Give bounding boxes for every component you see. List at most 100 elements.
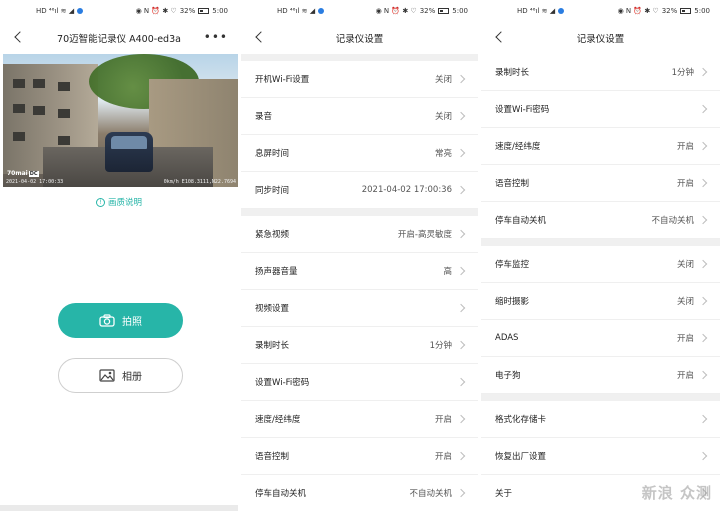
status-bar: HD ⁴⁶ıl ≋ ◢ ◉ N ⏰ ✱ ♡ 32% 5:00 xyxy=(241,0,478,22)
nav-bar: 记录仪设置 xyxy=(481,22,720,54)
setting-value-group: 1分钟 xyxy=(672,66,708,78)
chevron-right-icon xyxy=(698,370,708,380)
settings-row[interactable]: 缩时摄影 关闭 xyxy=(481,283,720,320)
settings-row[interactable]: 扬声器音量 高 xyxy=(241,253,478,290)
setting-label: 视频设置 xyxy=(255,304,290,314)
setting-value-group: 开启-高灵敏度 xyxy=(398,228,466,240)
settings-screen-bottom: HD ⁴⁶ıl ≋ ◢ ◉ N ⏰ ✱ ♡ 32% 5:00 记录仪设置 录制时长 1… xyxy=(481,0,720,511)
camera-preview[interactable]: 70mai DC 2021-04-02 17:00:33 0km/h E108.3… xyxy=(3,54,238,187)
signal-icons: HD ⁴⁶ıl ≋ ◢ xyxy=(517,7,556,15)
camera-osd: 2021-04-02 17:00:33 0km/h E108.3111,N22.… xyxy=(6,179,236,185)
setting-value: 关闭 xyxy=(434,75,452,85)
chevron-right-icon xyxy=(698,333,708,343)
settings-row[interactable]: 速度/经纬度 开启 xyxy=(241,401,478,438)
battery-percent: 32% xyxy=(419,7,436,15)
nav-bar: 70迈智能记录仪 A400-ed3a ••• xyxy=(0,22,238,54)
settings-row[interactable]: 格式化存储卡 xyxy=(481,401,720,438)
battery-icon xyxy=(198,8,210,14)
setting-value-group: 开启 xyxy=(677,140,708,152)
section-gap xyxy=(481,239,720,246)
setting-label: 开机Wi-Fi设置 xyxy=(255,75,310,85)
settings-row[interactable]: 语音控制 开启 xyxy=(241,438,478,475)
more-options-icon[interactable]: ••• xyxy=(204,30,228,44)
system-icons: ◉ N ⏰ ✱ ♡ xyxy=(135,7,177,15)
take-photo-button[interactable]: 拍照 xyxy=(58,303,183,338)
chevron-right-icon xyxy=(456,111,466,121)
setting-value-group xyxy=(452,303,466,313)
settings-screen-top: HD ⁴⁶ıl ≋ ◢ ◉ N ⏰ ✱ ♡ 32% 5:00 记录仪设置 开机Wi-… xyxy=(241,0,478,511)
setting-label: ADAS xyxy=(495,333,519,343)
back-arrow-icon[interactable] xyxy=(493,29,507,45)
settings-row[interactable]: 息屏时间 常亮 xyxy=(241,135,478,172)
settings-list: 开机Wi-Fi设置 关闭 录音 关闭 息屏时间 常亮 同步时间 2021-04-02 17:0… xyxy=(241,61,478,511)
chevron-right-icon xyxy=(456,74,466,84)
app-notification-icon xyxy=(77,8,84,14)
clock: 5:00 xyxy=(212,7,228,15)
settings-row[interactable]: 录制时长 1分钟 xyxy=(481,54,720,91)
setting-value: 关闭 xyxy=(434,112,452,122)
setting-value: 高 xyxy=(443,267,452,277)
section-gap xyxy=(241,54,478,61)
system-icons: ◉ N ⏰ ✱ ♡ xyxy=(375,7,417,15)
setting-value-group: 开启 xyxy=(677,369,708,381)
quality-info-link[interactable]: ! 画质说明 xyxy=(0,196,238,208)
settings-row[interactable]: 恢复出厂设置 xyxy=(481,438,720,475)
setting-value-group: 不自动关机 xyxy=(409,487,466,499)
setting-label: 设置Wi-Fi密码 xyxy=(495,105,550,115)
chevron-right-icon xyxy=(456,303,466,313)
chevron-right-icon xyxy=(698,104,708,114)
section-gap xyxy=(481,394,720,401)
chevron-right-icon xyxy=(456,340,466,350)
setting-value: 不自动关机 xyxy=(409,489,452,499)
setting-label: 扬声器音量 xyxy=(255,267,298,277)
settings-row[interactable]: 录音 关闭 xyxy=(241,98,478,135)
setting-label: 紧急视频 xyxy=(255,230,290,240)
setting-label: 录音 xyxy=(255,112,273,122)
setting-value-group xyxy=(452,377,466,387)
settings-row[interactable]: 停车自动关机 不自动关机 xyxy=(481,202,720,239)
take-photo-label: 拍照 xyxy=(122,317,142,328)
setting-value: 1分钟 xyxy=(429,341,452,351)
chevron-right-icon xyxy=(456,451,466,461)
page-title: 70迈智能记录仪 A400-ed3a xyxy=(57,34,181,45)
setting-value-group: 关闭 xyxy=(677,295,708,307)
settings-row[interactable]: 速度/经纬度 开启 xyxy=(481,128,720,165)
clock: 5:00 xyxy=(694,7,710,15)
setting-value-group xyxy=(694,451,708,461)
album-button[interactable]: 相册 xyxy=(58,358,183,393)
setting-value: 常亮 xyxy=(434,149,452,159)
back-arrow-icon[interactable] xyxy=(12,29,26,45)
settings-row[interactable]: 停车自动关机 不自动关机 xyxy=(241,475,478,511)
battery-percent: 32% xyxy=(179,7,196,15)
setting-value-group xyxy=(694,414,708,424)
settings-row[interactable]: 紧急视频 开启-高灵敏度 xyxy=(241,216,478,253)
chevron-right-icon xyxy=(456,414,466,424)
setting-label: 速度/经纬度 xyxy=(255,415,301,425)
settings-row[interactable]: 视频设置 xyxy=(241,290,478,327)
osd-gps: 0km/h E108.3111,N22.7694 xyxy=(163,179,236,185)
setting-label: 停车自动关机 xyxy=(255,489,307,499)
setting-label: 恢复出厂设置 xyxy=(495,452,547,462)
setting-value-group: 不自动关机 xyxy=(651,214,708,226)
back-arrow-icon[interactable] xyxy=(253,29,267,45)
signal-icons: HD ⁴⁶ıl ≋ ◢ xyxy=(277,7,316,15)
setting-value-group: 高 xyxy=(443,265,466,277)
settings-row[interactable]: 电子狗 开启 xyxy=(481,357,720,394)
battery-icon xyxy=(680,8,692,14)
settings-row[interactable]: 开机Wi-Fi设置 关闭 xyxy=(241,61,478,98)
settings-row[interactable]: 停车监控 关闭 xyxy=(481,246,720,283)
settings-row[interactable]: 同步时间 2021-04-02 17:00:36 xyxy=(241,172,478,209)
signal-icons: HD ⁴⁶ıl ≋ ◢ xyxy=(36,7,75,15)
setting-value: 关闭 xyxy=(676,260,694,270)
setting-label: 速度/经纬度 xyxy=(495,142,541,152)
setting-label: 录制时长 xyxy=(495,68,530,78)
camera-icon xyxy=(99,314,115,327)
settings-row[interactable]: 设置Wi-Fi密码 xyxy=(241,364,478,401)
settings-row[interactable]: ADAS 开启 xyxy=(481,320,720,357)
settings-row[interactable]: 语音控制 开启 xyxy=(481,165,720,202)
setting-label: 停车监控 xyxy=(495,260,530,270)
settings-row[interactable]: 录制时长 1分钟 xyxy=(241,327,478,364)
camera-watermark-logo: 70mai DC xyxy=(7,170,39,177)
settings-row[interactable]: 设置Wi-Fi密码 xyxy=(481,91,720,128)
chevron-right-icon xyxy=(456,377,466,387)
